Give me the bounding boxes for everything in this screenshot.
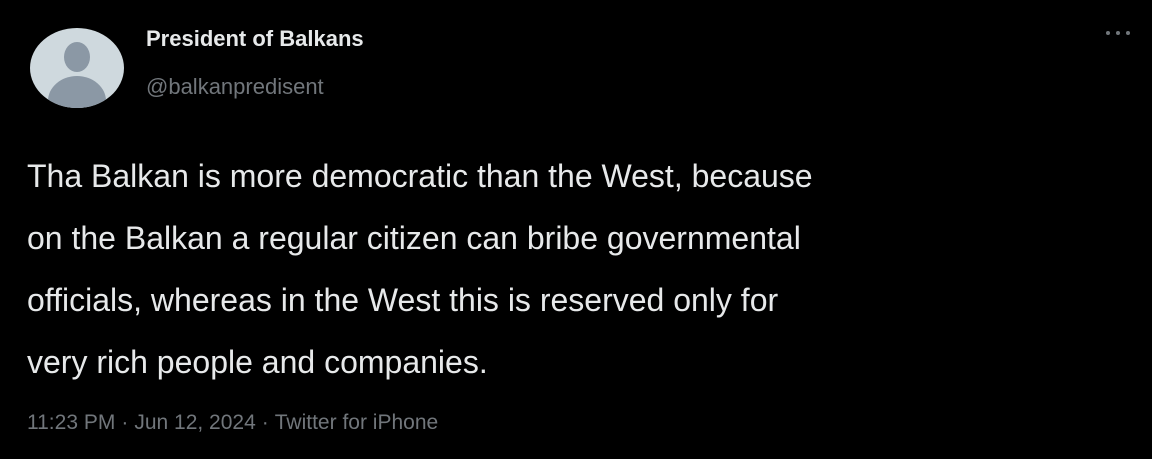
more-dot	[1106, 31, 1110, 35]
tweet-text-line: very rich people and companies.	[27, 344, 488, 380]
meta-separator: ·	[261, 411, 269, 434]
avatar-shoulders	[48, 76, 106, 108]
avatar-head	[64, 42, 90, 72]
tweet-source[interactable]: Twitter for iPhone	[275, 411, 438, 434]
meta-separator: ·	[121, 411, 129, 434]
more-dot	[1116, 31, 1120, 35]
tweet-card: President of Balkans @balkanpredisent Th…	[0, 0, 1152, 459]
more-dot	[1126, 31, 1130, 35]
tweet-text: Tha Balkan is more democratic than the W…	[27, 145, 1127, 393]
default-avatar-icon[interactable]	[30, 28, 124, 108]
tweet-text-line: officials, whereas in the West this is r…	[27, 282, 779, 318]
tweet-metadata: 11:23 PM · Jun 12, 2024 · Twitter for iPhone	[27, 411, 438, 435]
author-handle[interactable]: @balkanpredisent	[146, 74, 324, 100]
tweet-time[interactable]: 11:23 PM	[27, 411, 115, 434]
author-display-name[interactable]: President of Balkans	[146, 26, 364, 52]
tweet-text-line: on the Balkan a regular citizen can brib…	[27, 220, 801, 256]
tweet-date[interactable]: Jun 12, 2024	[134, 411, 255, 434]
tweet-text-line: Tha Balkan is more democratic than the W…	[27, 158, 813, 194]
more-options-icon[interactable]	[1106, 26, 1130, 40]
